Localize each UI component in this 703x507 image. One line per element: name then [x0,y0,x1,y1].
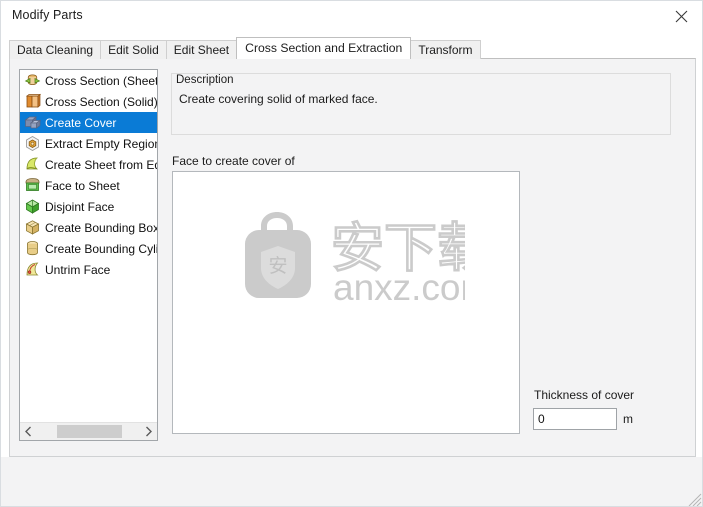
list-item-untrim-face[interactable]: Untrim Face [20,259,157,280]
cross-section-sheet-icon [24,72,41,89]
list-item-label: Disjoint Face [45,199,115,214]
thickness-input[interactable] [533,408,617,430]
thickness-label: Thickness of cover [534,388,635,402]
scrollbar-track[interactable] [37,423,140,440]
list-item-label: Cross Section (Sheet) [45,73,158,88]
create-bounding-cylinder-icon [24,240,41,257]
face-selection-label: Face to create cover of [172,154,295,168]
list-item-label: Create Bounding Cylinder [45,241,158,256]
close-icon [675,10,688,23]
face-to-sheet-icon [24,177,41,194]
tab-transform[interactable]: Transform [410,40,481,59]
title-bar: Modify Parts [1,1,702,32]
list-item-label: Create Sheet from Edges [45,157,157,172]
chevron-left-icon[interactable] [20,423,37,440]
list-item-create-sheet-from-edges[interactable]: Create Sheet from Edges [20,154,157,175]
operation-list-items: Cross Section (Sheet) Cross Section (Sol… [20,70,158,422]
tab-edit-sheet[interactable]: Edit Sheet [165,40,238,59]
resize-grip[interactable] [688,493,702,506]
extract-empty-regions-icon [24,135,41,152]
list-item-label: Create Bounding Box (Axis) [45,220,158,235]
tab-data-cleaning[interactable]: Data Cleaning [9,40,102,59]
operation-list-horizontal-scrollbar[interactable] [20,422,157,440]
list-item-extract-empty-regions[interactable]: Extract Empty Regions of Solid [20,133,157,154]
operation-list[interactable]: Cross Section (Sheet) Cross Section (Sol… [19,69,158,441]
list-item-label: Untrim Face [45,262,111,277]
window-title: Modify Parts [12,8,83,22]
dialog-footer: Preview Overlay Execute [1,457,702,506]
disjoint-face-icon [24,198,41,215]
list-item-label: Create Cover [45,115,117,130]
modify-parts-dialog: Modify Parts Data Cleaning Edit Solid Ed… [0,0,703,507]
description-text: Create covering solid of marked face. [179,92,378,106]
list-item-label: Extract Empty Regions of Solid [45,136,157,151]
create-cover-icon [24,114,41,131]
description-legend: Description [175,74,237,86]
list-item-label: Face to Sheet [45,178,120,193]
untrim-face-icon [24,261,41,278]
chevron-right-icon[interactable] [140,423,157,440]
list-item-create-bounding-cylinder[interactable]: Create Bounding Cylinder [20,238,158,259]
list-item-create-bounding-box[interactable]: Create Bounding Box (Axis) [20,217,158,238]
thickness-unit-label: m [623,412,633,426]
tab-edit-solid[interactable]: Edit Solid [100,40,167,59]
list-item-label: Cross Section (Solid) [45,94,158,109]
list-item-cross-section-sheet[interactable]: Cross Section (Sheet) [20,70,158,91]
list-item-disjoint-face[interactable]: Disjoint Face [20,196,157,217]
face-selection-panel[interactable] [172,171,520,434]
scrollbar-thumb[interactable] [57,425,122,438]
tab-strip: Data Cleaning Edit Solid Edit Sheet Cros… [9,37,481,59]
cross-section-solid-icon [24,93,41,110]
list-item-cross-section-solid[interactable]: Cross Section (Solid) [20,91,158,112]
create-sheet-from-edges-icon [24,156,41,173]
tab-cross-section-and-extraction[interactable]: Cross Section and Extraction [236,37,412,59]
list-item-create-cover[interactable]: Create Cover [20,112,157,133]
list-item-face-to-sheet[interactable]: Face to Sheet [20,175,157,196]
create-bounding-box-icon [24,219,41,236]
close-button[interactable] [659,1,702,31]
